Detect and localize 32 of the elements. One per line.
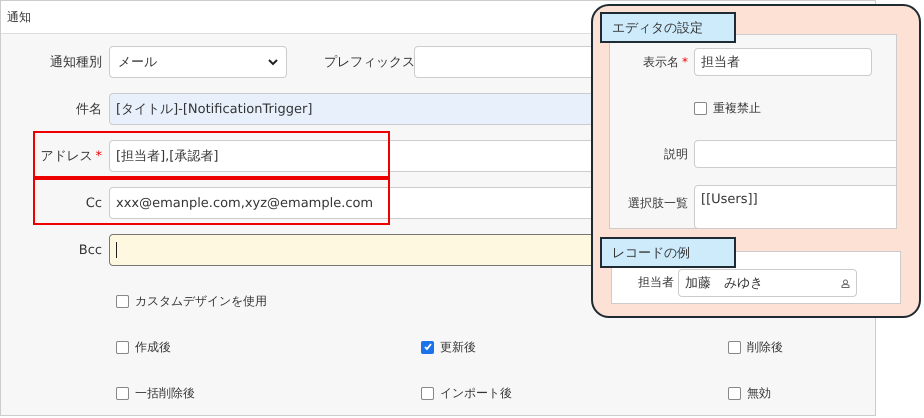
field-label: 担当者 — [637, 274, 675, 291]
input-field[interactable] — [694, 140, 896, 168]
field-label: Bcc — [78, 242, 102, 258]
checkbox[interactable]: カスタムデザインを使用 — [116, 292, 267, 310]
required-mark: * — [96, 149, 102, 164]
check-icon — [422, 342, 432, 352]
type-select[interactable]: メール — [109, 46, 287, 78]
panel-title: 通知 — [7, 8, 31, 26]
text-area[interactable]: [[Users]] — [694, 185, 896, 228]
section-header: エディタの設定 — [600, 12, 736, 43]
field-label: 通知種別 — [49, 54, 103, 71]
field-label: Cc — [86, 196, 102, 210]
required-mark: * — [682, 54, 688, 68]
field-label: 説明 — [663, 146, 689, 162]
checkbox[interactable]: 作成後 — [116, 338, 421, 356]
field-label: 件名 — [76, 102, 102, 117]
checkbox[interactable]: 更新後 — [421, 338, 728, 356]
field-label: プレフィックス — [324, 54, 414, 71]
field-label: アドレス — [40, 149, 92, 164]
checkbox[interactable]: 一括削除後 — [116, 384, 421, 402]
checkbox[interactable]: 無効 — [728, 384, 868, 402]
section-header: レコードの例 — [600, 237, 736, 268]
text-cursor — [116, 242, 117, 258]
checkbox[interactable]: 重複禁止 — [694, 100, 761, 116]
user-field[interactable]: 加藤 みゆき — [678, 269, 857, 297]
chevron-icon — [268, 58, 278, 66]
checkbox[interactable]: インポート後 — [421, 384, 728, 402]
person-icon — [841, 278, 850, 288]
checkbox[interactable]: 削除後 — [728, 338, 868, 356]
field-label: 選択肢一覧 — [627, 195, 689, 212]
input-field[interactable]: 担当者 — [694, 48, 872, 76]
field-label: 表示名 — [643, 54, 679, 68]
